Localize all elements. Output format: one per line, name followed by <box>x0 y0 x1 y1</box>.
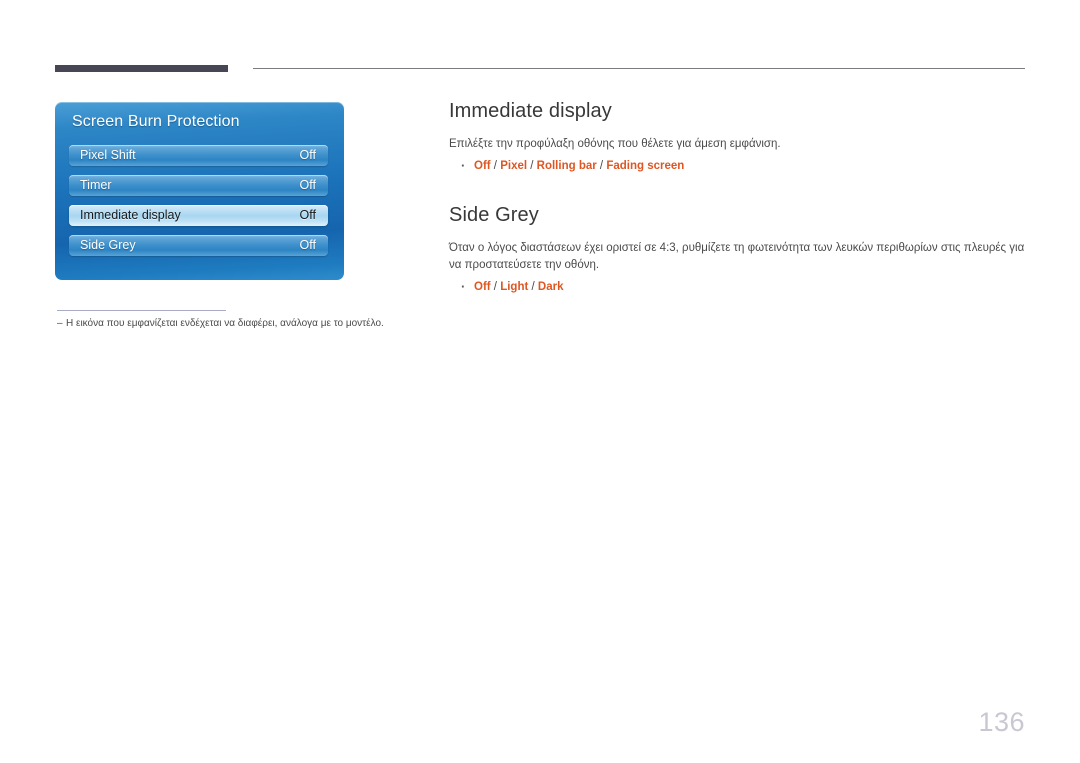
osd-row-value: Off <box>299 238 316 252</box>
option-separator: / <box>490 281 501 293</box>
osd-row-value: Off <box>299 208 316 222</box>
section-description: Επιλέξτε την προφύλαξη οθόνης που θέλετε… <box>449 138 781 150</box>
osd-row-value: Off <box>299 178 316 192</box>
option-item: Off / Light / Dark <box>449 278 1029 296</box>
osd-menu-panel: Screen Burn Protection Pixel Shift Off T… <box>55 102 344 280</box>
option-value: Pixel <box>500 160 528 172</box>
option-value: Light <box>500 281 529 293</box>
option-value: Off <box>474 281 491 293</box>
main-content: Immediate display Επιλέξτε την προφύλαξη… <box>449 98 1029 296</box>
option-values: Off / Light / Dark <box>474 281 563 293</box>
footnote-note: – Η εικόνα που εμφανίζεται ενδέχεται να δ… <box>57 317 384 331</box>
osd-row-value: Off <box>299 148 316 162</box>
footnote-dash: – <box>57 318 63 329</box>
option-list: Off / Pixel / Rolling bar / Fading scree… <box>449 157 1029 175</box>
osd-row-label: Immediate display <box>80 208 181 222</box>
option-value: Rolling bar <box>536 160 597 172</box>
header-accent-bar <box>55 65 228 72</box>
osd-row-pixel-shift[interactable]: Pixel Shift Off <box>69 145 328 166</box>
section-heading: Side Grey <box>449 204 539 226</box>
section-description: Όταν ο λόγος διαστάσεων έχει οριστεί σε … <box>449 242 1025 271</box>
section-immediate-display: Immediate display Επιλέξτε την προφύλαξη… <box>449 98 1029 175</box>
page-number: 136 <box>978 707 1025 737</box>
osd-row-timer[interactable]: Timer Off <box>69 175 328 196</box>
osd-row-label: Side Grey <box>80 238 136 252</box>
option-separator: / <box>490 160 501 172</box>
option-separator: / <box>527 160 537 172</box>
option-values: Off / Pixel / Rolling bar / Fading scree… <box>474 160 684 172</box>
option-separator: / <box>528 281 538 293</box>
option-value: Off <box>474 160 491 172</box>
osd-row-label: Pixel Shift <box>80 148 136 162</box>
osd-row-label: Timer <box>80 178 112 192</box>
header-divider-line <box>253 68 1025 69</box>
osd-row-side-grey[interactable]: Side Grey Off <box>69 235 328 256</box>
footnote-text: Η εικόνα που εμφανίζεται ενδέχεται να δι… <box>66 318 384 329</box>
option-list: Off / Light / Dark <box>449 278 1029 296</box>
option-separator: / <box>596 160 607 172</box>
footnote-divider <box>57 310 226 311</box>
osd-row-immediate-display[interactable]: Immediate display Off <box>69 205 328 226</box>
osd-panel-title: Screen Burn Protection <box>72 113 240 130</box>
section-side-grey: Side Grey Όταν ο λόγος διαστάσεων έχει ο… <box>449 202 1029 296</box>
section-heading: Immediate display <box>449 100 612 122</box>
option-value: Dark <box>537 281 564 293</box>
option-value: Fading screen <box>606 160 685 172</box>
option-item: Off / Pixel / Rolling bar / Fading scree… <box>449 157 1029 175</box>
